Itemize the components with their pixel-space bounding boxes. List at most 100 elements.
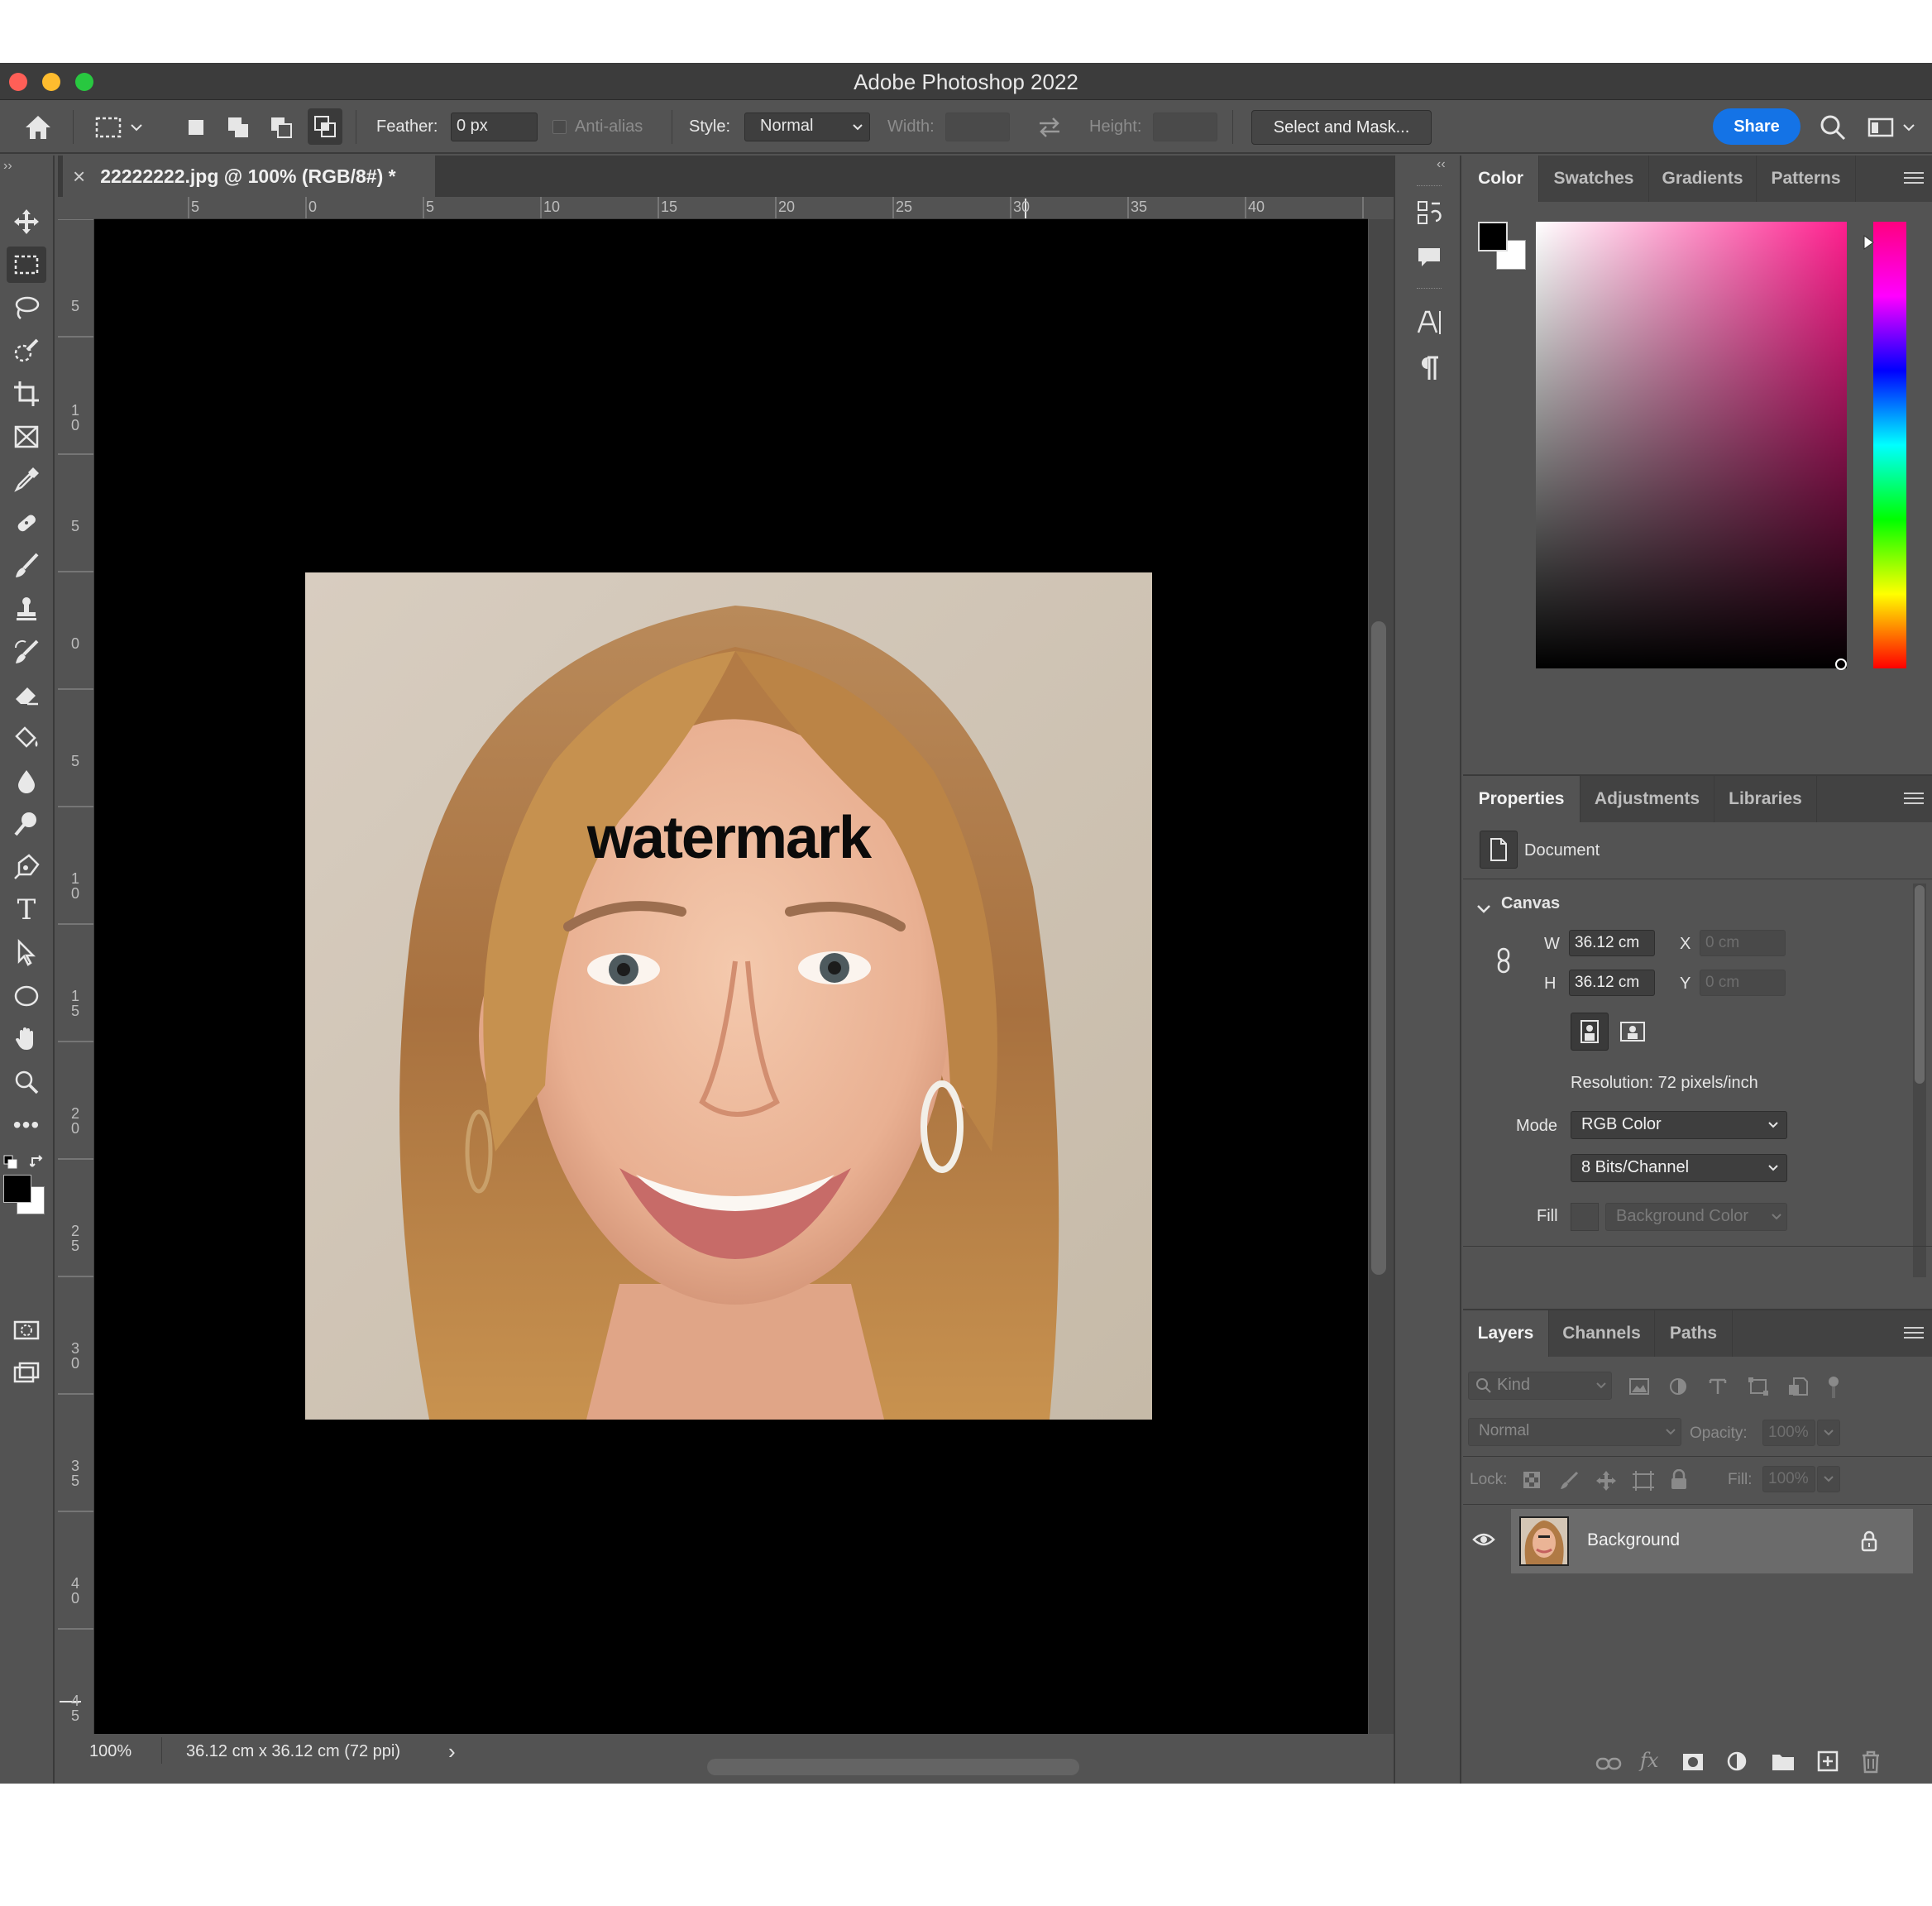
zoom-level[interactable]: 100% — [89, 1742, 132, 1761]
tab-color[interactable]: Color — [1463, 156, 1539, 202]
new-group-icon[interactable] — [1771, 1750, 1796, 1772]
filter-toggle[interactable] — [1829, 1377, 1839, 1398]
layer-effects-icon[interactable]: fx — [1640, 1749, 1658, 1772]
style-select[interactable]: Normal — [744, 113, 870, 141]
panel-menu-icon[interactable] — [1904, 1327, 1924, 1340]
hue-slider-handle[interactable] — [1863, 235, 1875, 250]
delete-layer-icon[interactable] — [1860, 1750, 1882, 1774]
type-tool[interactable]: T — [7, 892, 46, 928]
lock-image-pixels-icon[interactable] — [1559, 1471, 1579, 1491]
edit-toolbar-button[interactable]: ••• — [7, 1107, 46, 1143]
vertical-scrollbar-thumb[interactable] — [1371, 621, 1386, 1275]
history-brush-tool[interactable] — [7, 634, 46, 670]
new-selection-button[interactable] — [184, 100, 208, 154]
color-panel-swatches[interactable] — [1478, 222, 1528, 271]
marquee-preset-picker[interactable] — [94, 100, 144, 154]
character-panel-button[interactable] — [1410, 303, 1448, 341]
foreground-color-swatch[interactable] — [3, 1175, 31, 1203]
filter-adjustment-icon[interactable] — [1668, 1377, 1688, 1396]
eraser-tool[interactable] — [7, 677, 46, 713]
eyedropper-tool[interactable] — [7, 462, 46, 498]
move-tool[interactable] — [7, 204, 46, 240]
canvas-y-input[interactable]: 0 cm — [1700, 970, 1786, 996]
swap-width-height-button[interactable] — [1036, 100, 1063, 154]
bit-depth-select[interactable]: 8 Bits/Channel — [1571, 1154, 1787, 1182]
color-mode-select[interactable]: RGB Color — [1571, 1111, 1787, 1139]
fill-color-swatch[interactable] — [1571, 1203, 1599, 1231]
layer-row[interactable]: Background — [1511, 1509, 1913, 1573]
share-button[interactable]: Share — [1713, 108, 1800, 145]
quick-mask-button[interactable] — [7, 1312, 46, 1348]
pen-tool[interactable] — [7, 849, 46, 885]
portrait-photo[interactable]: watermark — [305, 572, 1152, 1420]
healing-brush-tool[interactable] — [7, 505, 46, 541]
tab-properties[interactable]: Properties — [1463, 776, 1581, 822]
clone-stamp-tool[interactable] — [7, 591, 46, 627]
opacity-input[interactable]: 100% — [1762, 1420, 1815, 1446]
panel-menu-icon[interactable] — [1904, 172, 1924, 185]
portrait-orientation-button[interactable] — [1571, 1013, 1609, 1051]
select-and-mask-button[interactable]: Select and Mask... — [1251, 110, 1432, 145]
workspace-switcher[interactable] — [1867, 100, 1916, 154]
lock-all-icon[interactable] — [1670, 1469, 1688, 1491]
tab-swatches[interactable]: Swatches — [1539, 156, 1649, 202]
screen-mode-button[interactable] — [7, 1355, 46, 1391]
search-button[interactable] — [1819, 100, 1847, 154]
fill-dropdown[interactable] — [1817, 1466, 1840, 1492]
properties-scrollbar-thumb[interactable] — [1915, 885, 1925, 1084]
tab-libraries[interactable]: Libraries — [1714, 776, 1817, 822]
tab-layers[interactable]: Layers — [1463, 1310, 1549, 1357]
fill-select[interactable]: Background Color — [1605, 1203, 1787, 1231]
tab-adjustments[interactable]: Adjustments — [1581, 776, 1714, 822]
foreground-color-swatch[interactable] — [1478, 222, 1508, 251]
filter-pixel-icon[interactable] — [1628, 1377, 1650, 1396]
width-input[interactable] — [945, 113, 1010, 141]
adjustment-layer-icon[interactable] — [1726, 1750, 1749, 1774]
expand-panel-icon[interactable]: ›› — [3, 159, 12, 174]
horizontal-scrollbar-thumb[interactable] — [707, 1759, 1079, 1775]
lasso-tool[interactable] — [7, 290, 46, 326]
panel-menu-icon[interactable] — [1904, 793, 1924, 806]
layer-visibility-toggle[interactable] — [1463, 1509, 1504, 1570]
filter-shape-icon[interactable] — [1748, 1377, 1769, 1396]
landscape-orientation-button[interactable] — [1614, 1013, 1652, 1051]
add-to-selection-button[interactable] — [225, 100, 251, 154]
color-picker-cursor[interactable] — [1835, 658, 1847, 670]
chevron-down-icon[interactable] — [1475, 900, 1493, 918]
tab-gradients[interactable]: Gradients — [1649, 156, 1757, 202]
dodge-tool[interactable] — [7, 806, 46, 842]
status-menu-arrow[interactable]: › — [448, 1739, 456, 1765]
canvas-x-input[interactable]: 0 cm — [1700, 930, 1786, 956]
rectangular-marquee-tool[interactable] — [7, 247, 46, 283]
fill-input[interactable]: 100% — [1762, 1466, 1815, 1492]
path-selection-tool[interactable] — [7, 935, 46, 971]
home-button[interactable] — [23, 100, 53, 154]
frame-tool[interactable] — [7, 419, 46, 455]
comments-panel-button[interactable] — [1410, 238, 1448, 276]
hand-tool[interactable] — [7, 1021, 46, 1057]
canvas-width-input[interactable]: 36.12 cm — [1569, 930, 1655, 956]
intersect-selection-button[interactable] — [308, 108, 342, 145]
lock-transparent-pixels-icon[interactable] — [1523, 1471, 1541, 1489]
crop-tool[interactable] — [7, 376, 46, 412]
link-layers-icon[interactable] — [1595, 1755, 1622, 1772]
filter-smart-object-icon[interactable] — [1787, 1377, 1809, 1396]
filter-type-icon[interactable] — [1708, 1377, 1728, 1396]
tab-channels[interactable]: Channels — [1549, 1310, 1655, 1357]
antialias-checkbox[interactable]: Anti-alias — [552, 100, 643, 154]
blend-mode-select[interactable]: Normal — [1468, 1418, 1681, 1446]
collapse-dock-icon[interactable]: ‹‹ — [1437, 157, 1446, 172]
link-icon[interactable] — [1494, 946, 1513, 975]
close-tab-icon[interactable]: × — [73, 164, 85, 189]
lock-position-icon[interactable] — [1595, 1470, 1617, 1492]
tab-paths[interactable]: Paths — [1655, 1310, 1733, 1357]
zoom-tool[interactable] — [7, 1064, 46, 1100]
blur-tool[interactable] — [7, 763, 46, 799]
add-mask-icon[interactable] — [1681, 1752, 1705, 1772]
paragraph-panel-button[interactable] — [1410, 349, 1448, 387]
color-swatches[interactable] — [3, 1155, 53, 1214]
layer-name[interactable]: Background — [1587, 1530, 1680, 1550]
lock-artboard-icon[interactable] — [1632, 1470, 1655, 1492]
hue-slider[interactable] — [1873, 222, 1906, 668]
layer-filter-select[interactable]: Kind — [1468, 1372, 1612, 1400]
